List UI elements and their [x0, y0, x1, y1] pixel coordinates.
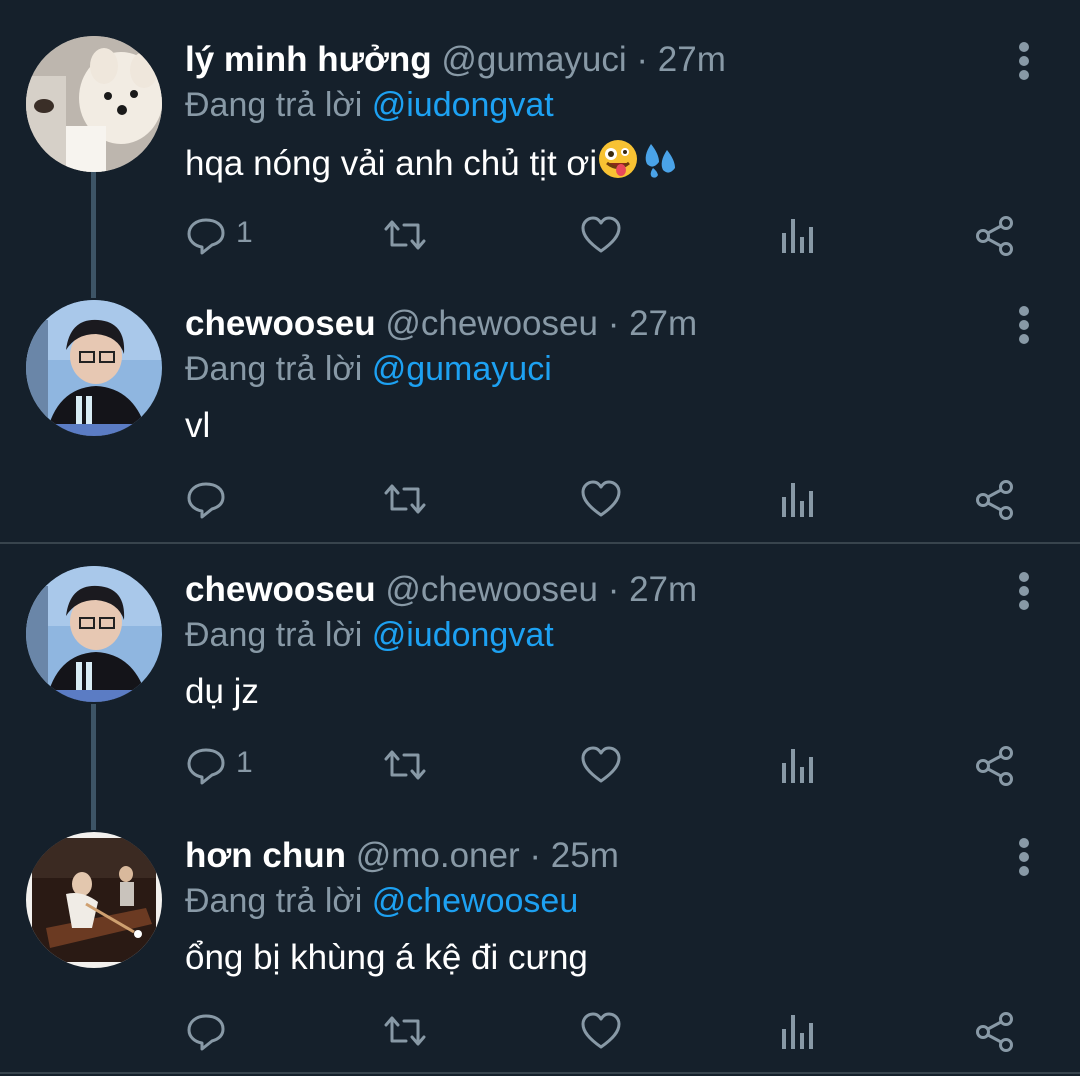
replying-to-label: Đang trả lời	[185, 616, 363, 654]
like-button[interactable]	[580, 742, 622, 792]
reply-button[interactable]: 1	[186, 212, 266, 262]
tweet-text: dụ jz	[185, 672, 259, 711]
retweet-button[interactable]	[382, 742, 428, 792]
reply-count: 1	[236, 216, 253, 249]
more-options-icon[interactable]	[1012, 42, 1036, 82]
tweet-actions	[0, 1008, 1080, 1058]
mention-link[interactable]: @chewooseu	[372, 882, 579, 920]
retweet-icon	[384, 484, 426, 514]
reply-button[interactable]: 1	[186, 742, 266, 792]
like-icon	[581, 746, 621, 783]
user-handle[interactable]: @chewooseu	[385, 304, 598, 343]
analytics-button[interactable]	[780, 1008, 816, 1058]
reply-button[interactable]	[186, 1008, 266, 1058]
share-button[interactable]	[974, 476, 1016, 526]
more-options-icon[interactable]	[1012, 572, 1036, 612]
zany-face-emoji	[597, 138, 639, 193]
share-icon	[976, 746, 1013, 786]
timestamp[interactable]: 27m	[658, 40, 726, 79]
sweat-droplets-emoji	[639, 138, 681, 193]
share-button[interactable]	[974, 1008, 1016, 1058]
like-icon	[581, 480, 621, 517]
separator-dot: ·	[636, 40, 649, 79]
reply-button[interactable]	[186, 476, 266, 526]
tweet-text-content: hqa nóng vải anh chủ tịt ơi	[185, 143, 598, 183]
tweet-header: chewooseu @chewooseu · 27m	[185, 300, 697, 348]
timestamp[interactable]: 25m	[551, 836, 619, 875]
more-options-icon[interactable]	[1012, 838, 1036, 878]
share-icon	[976, 216, 1013, 256]
reply-icon	[187, 482, 225, 519]
tweet-actions: 1	[0, 212, 1080, 262]
reply-icon	[187, 748, 225, 785]
tweet-header: lý minh hưởng @gumayuci · 27m	[185, 36, 726, 84]
retweet-button[interactable]	[382, 1008, 428, 1058]
analytics-button[interactable]	[780, 742, 816, 792]
display-name[interactable]: hơn chun	[185, 836, 346, 875]
analytics-button[interactable]	[780, 476, 816, 526]
separator-dot: ·	[607, 570, 620, 609]
reply-icon	[187, 218, 225, 255]
avatar[interactable]	[26, 566, 162, 702]
retweet-button[interactable]	[382, 212, 428, 262]
replying-to: Đang trả lời @iudongvat	[185, 82, 554, 128]
like-icon	[581, 216, 621, 253]
user-handle[interactable]: @gumayuci	[441, 40, 626, 79]
timestamp[interactable]: 27m	[629, 570, 697, 609]
analytics-icon	[782, 749, 813, 783]
replying-to: Đang trả lời @gumayuci	[185, 346, 552, 392]
timestamp[interactable]: 27m	[629, 304, 697, 343]
analytics-icon	[782, 219, 813, 253]
tweet-header: chewooseu @chewooseu · 27m	[185, 566, 697, 614]
analytics-icon	[782, 483, 813, 517]
tweet-actions	[0, 476, 1080, 526]
share-icon	[976, 1012, 1013, 1052]
retweet-icon	[384, 220, 426, 250]
replying-to-label: Đang trả lời	[185, 86, 363, 124]
like-button[interactable]	[580, 476, 622, 526]
separator-dot: ·	[607, 304, 620, 343]
thread-divider	[0, 1072, 1080, 1074]
retweet-icon	[384, 750, 426, 780]
reply-icon	[187, 1014, 225, 1051]
replying-to: Đang trả lời @chewooseu	[185, 878, 578, 924]
analytics-icon	[782, 1015, 813, 1049]
replying-to-label: Đang trả lời	[185, 350, 363, 388]
like-button[interactable]	[580, 212, 622, 262]
avatar[interactable]	[26, 832, 162, 968]
tweet-header: hơn chun @mo.oner · 25m	[185, 832, 619, 880]
retweet-icon	[384, 1016, 426, 1046]
user-handle[interactable]: @mo.oner	[356, 836, 520, 875]
share-button[interactable]	[974, 212, 1016, 262]
display-name[interactable]: lý minh hưởng	[185, 40, 432, 79]
retweet-button[interactable]	[382, 476, 428, 526]
user-handle[interactable]: @chewooseu	[385, 570, 598, 609]
share-button[interactable]	[974, 742, 1016, 792]
share-icon	[976, 480, 1013, 520]
mention-link[interactable]: @iudongvat	[372, 86, 554, 124]
display-name[interactable]: chewooseu	[185, 304, 376, 343]
avatar[interactable]	[26, 36, 162, 172]
replying-to: Đang trả lời @iudongvat	[185, 612, 554, 658]
reply-count: 1	[236, 746, 253, 779]
tweet-text: hqa nóng vải anh chủ tịt ơi	[185, 138, 681, 193]
thread-divider	[0, 542, 1080, 544]
replying-to-label: Đang trả lời	[185, 882, 363, 920]
tweet-text: ổng bị khùng á kệ đi cưng	[185, 938, 588, 977]
display-name[interactable]: chewooseu	[185, 570, 376, 609]
mention-link[interactable]: @iudongvat	[372, 616, 554, 654]
mention-link[interactable]: @gumayuci	[372, 350, 552, 388]
analytics-button[interactable]	[780, 212, 816, 262]
more-options-icon[interactable]	[1012, 306, 1036, 346]
tweet-actions: 1	[0, 742, 1080, 792]
like-button[interactable]	[580, 1008, 622, 1058]
avatar[interactable]	[26, 300, 162, 436]
like-icon	[581, 1012, 621, 1049]
tweet-text: vl	[185, 406, 211, 445]
separator-dot: ·	[529, 836, 542, 875]
